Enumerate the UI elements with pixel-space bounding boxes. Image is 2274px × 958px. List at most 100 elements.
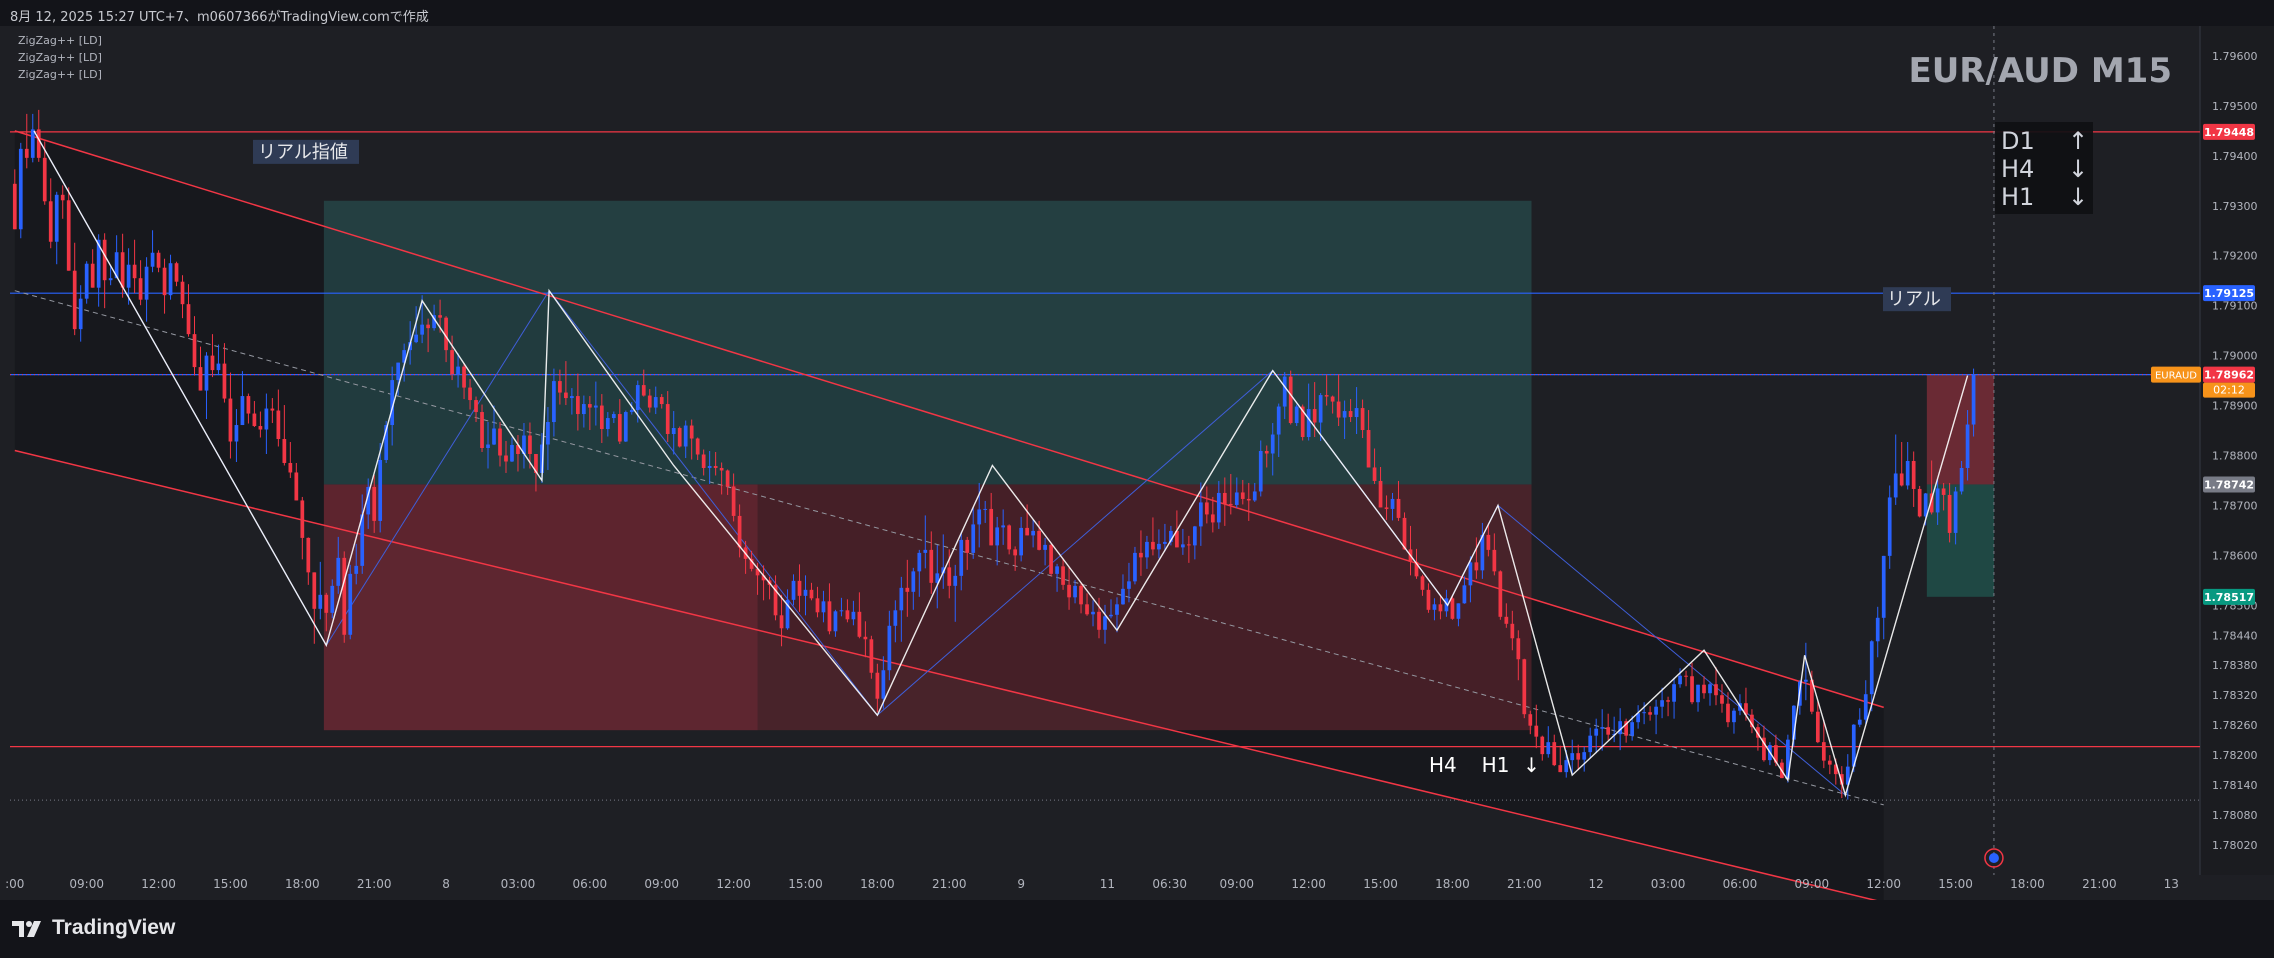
candle-body	[1965, 424, 1970, 468]
timeframe-marker: ↓	[1523, 753, 1540, 777]
candle-body	[641, 385, 646, 396]
x-axis-tick-label: 13	[2164, 877, 2179, 891]
candle-body	[893, 610, 898, 626]
candle-body	[144, 266, 149, 300]
candle-body	[587, 404, 592, 408]
candle-body	[1821, 742, 1826, 761]
candle-body	[1917, 488, 1922, 517]
candle-body	[192, 334, 197, 368]
candle-body	[324, 594, 329, 613]
candle-body	[1324, 395, 1329, 397]
x-axis-tick-label: 21:00	[1507, 877, 1542, 891]
price-tag: 1.78517	[2203, 588, 2255, 605]
candle-body	[1492, 549, 1497, 572]
candle-body	[1222, 492, 1227, 504]
candle-body	[665, 404, 670, 435]
indicator-label-zigzag[interactable]: ZigZag++ [LD]	[18, 51, 102, 64]
candle-body	[947, 567, 952, 586]
candle-body	[36, 129, 41, 158]
candle-body	[354, 565, 359, 574]
candle-body	[581, 404, 586, 415]
tradingview-brand: TradingView	[52, 916, 176, 939]
candle-body	[599, 405, 604, 430]
candle-body	[689, 425, 694, 439]
candle-body	[1462, 585, 1467, 604]
x-axis-tick-label: 12:00	[1291, 877, 1326, 891]
candle-body	[605, 418, 610, 430]
candle-body	[899, 587, 904, 611]
candle-body	[1348, 411, 1353, 418]
candle-body	[1947, 494, 1952, 533]
candle-body	[498, 428, 502, 456]
target-zone-box	[323, 200, 1532, 485]
candle-body	[450, 350, 454, 375]
candle-body	[42, 157, 47, 202]
candle-body	[1899, 473, 1904, 486]
x-axis-tick-label: 15:00	[1938, 877, 1973, 891]
candle-body	[1857, 719, 1862, 725]
candle-body	[1294, 406, 1299, 424]
x-axis-tick-label: 09:00	[644, 877, 679, 891]
candle-body	[426, 324, 430, 329]
candle-body	[1498, 571, 1503, 617]
y-axis-tick-label: 1.78440	[2212, 629, 2258, 642]
x-axis-tick-label: 06:30	[1152, 877, 1187, 891]
candle-body	[1468, 562, 1473, 586]
candle-body	[1025, 527, 1029, 536]
candle-body	[1941, 488, 1946, 495]
y-axis-tick-label: 1.78080	[2212, 809, 2258, 822]
candle-body	[1145, 541, 1149, 558]
candle-body	[977, 509, 982, 525]
y-axis-tick-label: 1.78800	[2212, 449, 2258, 462]
candle-body	[420, 324, 424, 335]
candle-body	[1234, 492, 1239, 505]
candle-body	[510, 445, 514, 462]
candle-body	[270, 408, 275, 411]
candle-body	[1031, 530, 1035, 536]
candle-body	[851, 611, 856, 620]
footer-bar: TradingView	[0, 900, 2274, 958]
candle-body	[456, 366, 460, 375]
candle-body	[90, 263, 95, 288]
candle-body	[797, 580, 802, 596]
candle-body	[1726, 703, 1730, 723]
x-axis-tick-label: 18:00	[1435, 877, 1470, 891]
y-axis-tick-label: 1.79000	[2212, 350, 2258, 363]
candle-body	[1648, 712, 1652, 715]
candle-body	[719, 467, 724, 471]
candle-body	[683, 425, 688, 447]
price-chart[interactable]: :00 09:00 12:00 15:00 18:00 21:00 8 03:00 06:00 0…	[0, 0, 2274, 900]
indicator-label-zigzag[interactable]: ZigZag++ [LD]	[18, 68, 102, 81]
candle-body	[1720, 695, 1724, 704]
candle-body	[438, 315, 442, 318]
candle-body	[1630, 722, 1634, 736]
price-tag-label: 1.79448	[2204, 126, 2254, 139]
indicator-label-zigzag[interactable]: ZigZag++ [LD]	[18, 34, 102, 47]
candle-body	[1582, 752, 1587, 760]
candle-body	[132, 264, 137, 279]
y-axis-tick-label: 1.78900	[2212, 400, 2258, 413]
candle-body	[1552, 742, 1557, 766]
candle-body	[252, 413, 257, 427]
candle-body	[1103, 616, 1107, 630]
candle-body	[1594, 728, 1599, 736]
candle-body	[480, 412, 484, 449]
candle-body	[929, 549, 934, 583]
candle-body	[1396, 498, 1401, 518]
candle-body	[1426, 589, 1431, 610]
candle-body	[210, 355, 215, 371]
candle-body	[1282, 376, 1287, 407]
tradingview-logo[interactable]: TradingView	[12, 916, 175, 940]
candle-body	[1438, 604, 1443, 612]
x-axis-tick-label: 15:00	[213, 877, 248, 891]
candle-body	[564, 392, 568, 399]
candle-body	[1660, 700, 1664, 707]
y-axis-tick-label: 1.79400	[2212, 150, 2258, 163]
candle-body	[126, 264, 131, 288]
candle-body	[839, 610, 844, 612]
candle-body	[821, 601, 826, 613]
candle-body	[677, 428, 682, 447]
candle-body	[1486, 534, 1491, 550]
candle-body	[1336, 401, 1341, 418]
candle-body	[102, 239, 107, 281]
